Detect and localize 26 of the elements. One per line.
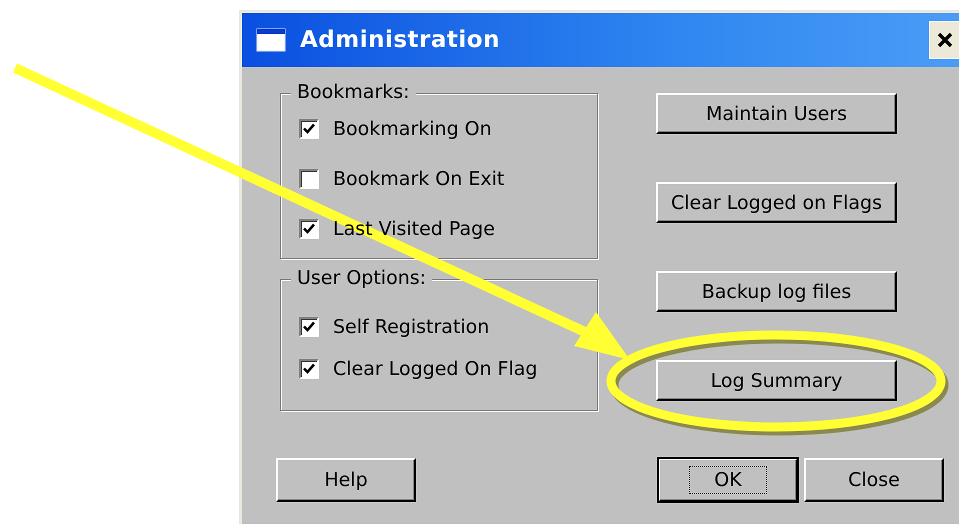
checkbox-label[interactable]: Clear Logged On Flag bbox=[333, 358, 538, 380]
action-button[interactable]: Maintain Users bbox=[656, 93, 897, 134]
window-title: Administration bbox=[300, 27, 500, 53]
check-icon bbox=[302, 320, 316, 334]
check-icon bbox=[302, 122, 316, 136]
checkbox[interactable] bbox=[299, 119, 319, 139]
action-button[interactable]: Clear Logged on Flags bbox=[656, 182, 897, 223]
checkbox[interactable] bbox=[299, 219, 319, 239]
checkbox[interactable] bbox=[299, 359, 319, 379]
dialog-button[interactable]: Help bbox=[276, 458, 416, 502]
window-icon bbox=[256, 28, 286, 52]
close-button[interactable] bbox=[929, 21, 959, 59]
checkbox-label[interactable]: Self Registration bbox=[333, 316, 490, 338]
check-icon bbox=[302, 362, 316, 376]
close-icon bbox=[936, 31, 954, 49]
checkbox-label[interactable]: Bookmarking On bbox=[333, 118, 492, 140]
checkbox-label[interactable]: Last Visited Page bbox=[333, 218, 495, 240]
dialog-button[interactable]: Close bbox=[804, 458, 944, 502]
check-icon bbox=[302, 222, 316, 236]
dialog-button[interactable]: OK bbox=[658, 458, 798, 502]
action-button[interactable]: Log Summary bbox=[656, 360, 897, 401]
action-button[interactable]: Backup log files bbox=[656, 271, 897, 312]
checkbox[interactable] bbox=[299, 317, 319, 337]
group-title: User Options: bbox=[291, 267, 432, 289]
checkbox-label[interactable]: Bookmark On Exit bbox=[333, 168, 504, 190]
checkbox[interactable] bbox=[299, 169, 319, 189]
